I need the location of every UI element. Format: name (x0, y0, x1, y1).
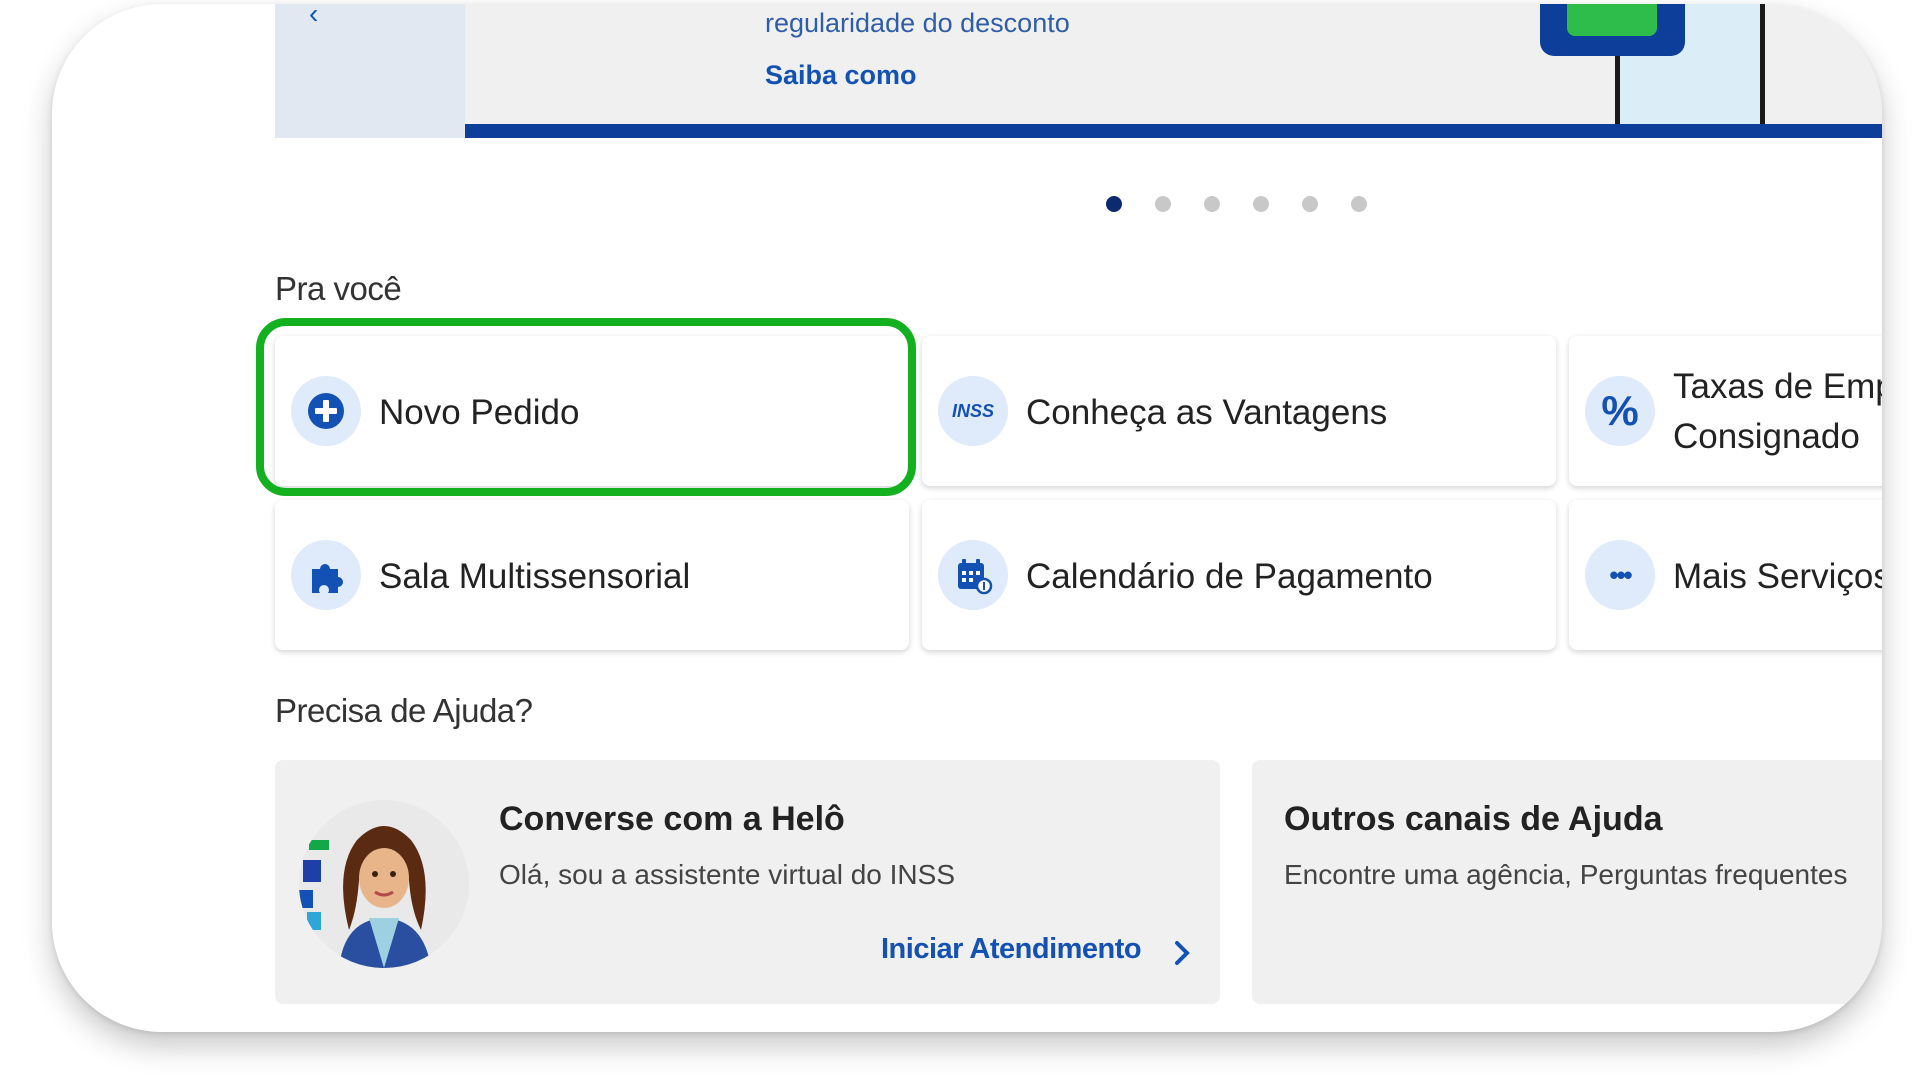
conheca-vantagens-card[interactable]: INSS Conheça as Vantagens (922, 336, 1556, 486)
sala-multissensorial-card[interactable]: Sala Multissensorial (275, 500, 909, 650)
app-screen: ‹ regularidade do desconto Saiba como Pr… (52, 4, 1882, 1032)
highlight-outline (256, 318, 916, 496)
helo-description: Olá, sou a assistente virtual do INSS (499, 859, 955, 890)
banner-text: regularidade do desconto (765, 8, 1070, 38)
section-title-pra-voce: Pra você (275, 270, 402, 307)
banner-bottom-bar (465, 124, 1882, 138)
carousel-dot[interactable] (1204, 196, 1220, 212)
iniciar-atendimento-link[interactable]: Iniciar Atendimento (881, 933, 1142, 966)
card-label: Sala Multissensorial (379, 557, 691, 596)
card-label-line1: Taxas de Emp (1673, 367, 1882, 406)
chevron-left-icon[interactable]: ‹ (309, 4, 318, 30)
more-dots-icon: ••• (1585, 540, 1655, 610)
carousel-dot[interactable] (1253, 196, 1269, 212)
mais-servicos-card[interactable]: ••• Mais Serviços (1569, 500, 1882, 650)
helo-title: Converse com a Helô (499, 800, 845, 838)
carousel-dot[interactable] (1155, 196, 1171, 212)
chevron-right-icon[interactable] (1173, 940, 1191, 966)
taxas-consignado-card[interactable]: % Taxas de Emp Consignado (1569, 336, 1882, 486)
more-dots-icon-text: ••• (1609, 559, 1632, 590)
carousel-dot[interactable] (1351, 196, 1367, 212)
card-label: Conheça as Vantagens (1026, 393, 1388, 432)
card-label: Calendário de Pagamento (1026, 557, 1433, 596)
carousel-indicators (1106, 196, 1367, 212)
calendar-icon (938, 540, 1008, 610)
banner-prev-area[interactable]: ‹ (275, 4, 465, 138)
section-title-ajuda: Precisa de Ajuda? (275, 692, 533, 729)
phone-screen-green (1567, 4, 1657, 36)
meu-inss-icon-text: INSS (951, 400, 994, 421)
outros-title: Outros canais de Ajuda (1284, 800, 1663, 838)
carousel-dot[interactable] (1106, 196, 1122, 212)
helo-avatar (299, 800, 469, 968)
carousel-dot[interactable] (1302, 196, 1318, 212)
helo-chat-card[interactable]: Converse com a Helô Olá, sou a assistent… (275, 760, 1220, 1004)
percent-icon: % (1585, 376, 1655, 446)
meu-inss-icon: INSS (938, 376, 1008, 446)
outros-description: Encontre uma agência, Perguntas frequent… (1284, 859, 1848, 890)
banner-link[interactable]: Saiba como (765, 60, 917, 91)
puzzle-icon (291, 540, 361, 610)
calendario-pagamento-card[interactable]: Calendário de Pagamento (922, 500, 1556, 650)
card-label: Mais Serviços (1673, 557, 1882, 596)
percent-icon-text: % (1601, 387, 1639, 434)
promo-banner[interactable]: ‹ regularidade do desconto Saiba como (275, 4, 1882, 138)
card-label-line2: Consignado (1673, 417, 1860, 456)
outros-canais-card[interactable]: Outros canais de Ajuda Encontre uma agên… (1252, 760, 1882, 1004)
